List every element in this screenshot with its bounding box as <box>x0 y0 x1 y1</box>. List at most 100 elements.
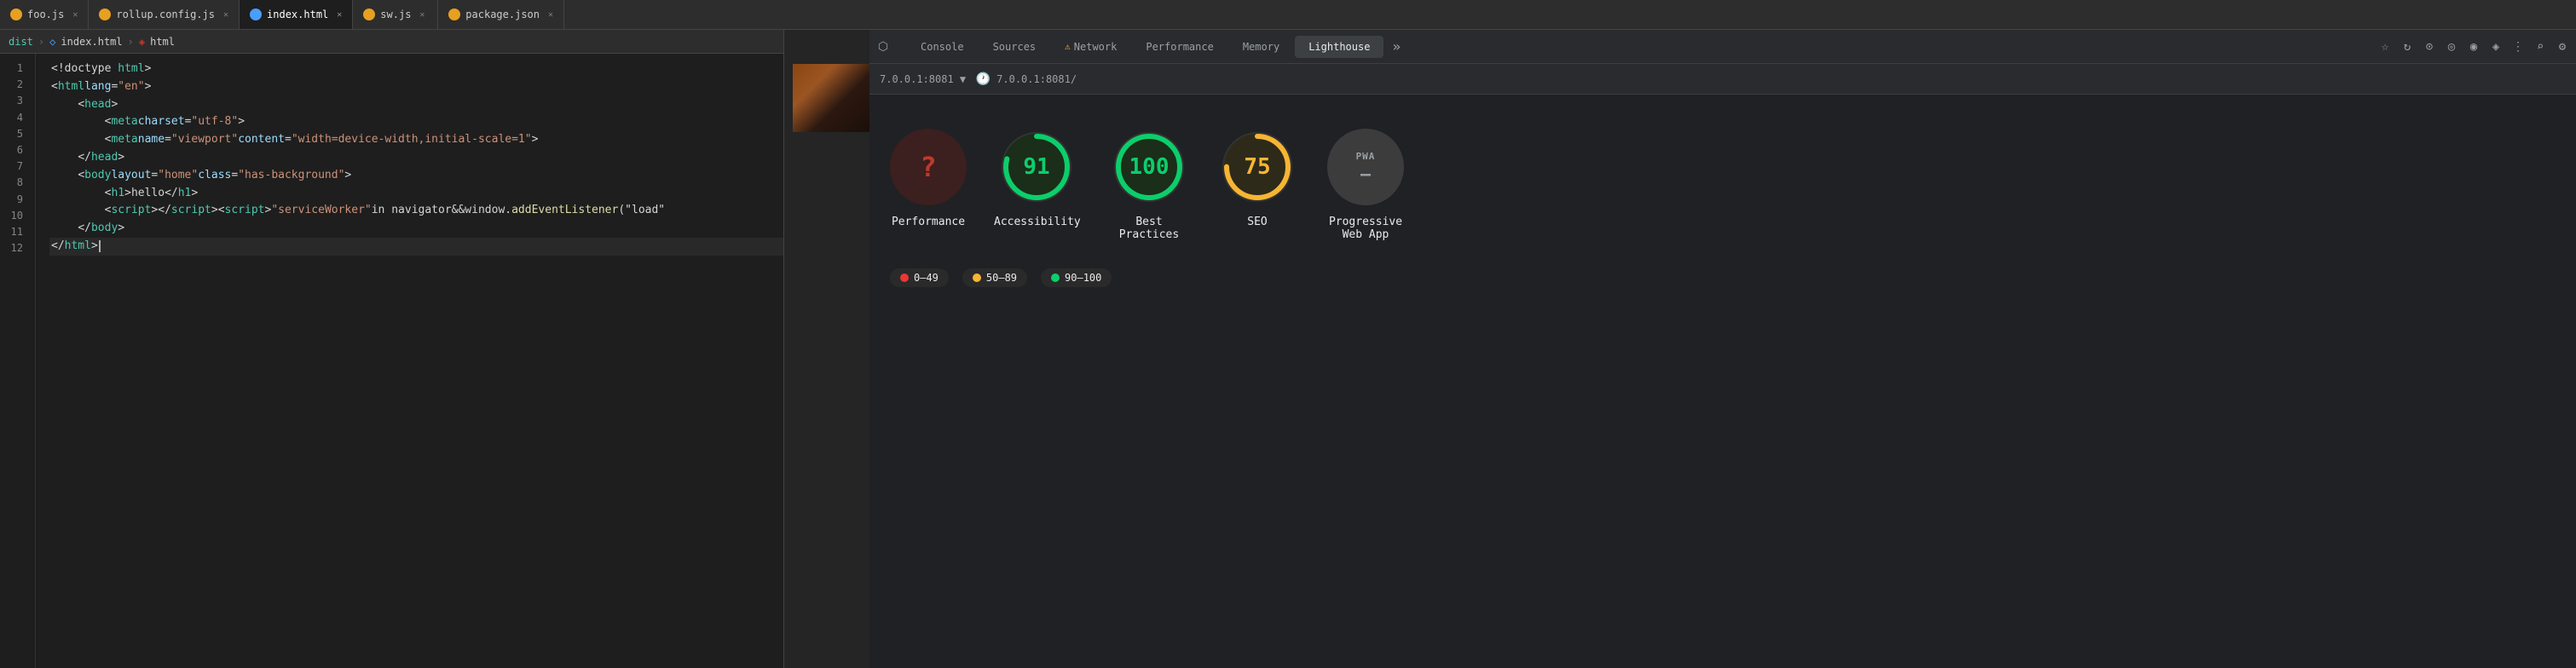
legend-row: 0–49 50–89 90–100 <box>890 268 1112 287</box>
tab-package-json[interactable]: package.json ✕ <box>438 0 564 29</box>
code-line: <meta name="viewport" content="width=dev… <box>49 131 783 149</box>
devtools-left-icons: ⬡ <box>876 40 890 54</box>
more-tabs-button[interactable]: » <box>1385 35 1407 58</box>
close-icon[interactable]: ✕ <box>72 10 78 20</box>
breadcrumb-sep: › <box>38 36 44 48</box>
devtools-panel: ⬡ Console Sources ⚠ Network Performance <box>869 30 2576 668</box>
breadcrumb-icon: ◇ <box>49 36 55 48</box>
legend-label-average: 50–89 <box>986 272 1017 284</box>
breadcrumb-html-icon: ◈ <box>139 36 145 48</box>
js-icon <box>99 9 111 20</box>
js-icon <box>10 9 22 20</box>
pwa-dash: — <box>1360 164 1371 184</box>
extension-icon[interactable]: ◈ <box>2489 40 2503 54</box>
elements-icon[interactable]: ⬡ <box>876 40 890 54</box>
main-content: dist › ◇ index.html › ◈ html 12345 67891… <box>0 30 2576 668</box>
tab-bar: foo.js ✕ rollup.config.js ✕ index.html ✕… <box>0 0 2576 30</box>
settings-icon[interactable]: ⚙ <box>2556 40 2569 54</box>
score-label-seo: SEO <box>1247 216 1267 228</box>
tab-label: foo.js <box>27 9 64 20</box>
score-best-practices: 100 Best Practices <box>1106 129 1192 241</box>
breadcrumb: dist › ◇ index.html › ◈ html <box>0 30 783 54</box>
preview-thumbnail <box>793 64 869 132</box>
score-value-best-practices: 100 <box>1129 154 1170 180</box>
close-icon[interactable]: ✕ <box>223 10 228 20</box>
legend-dot-average <box>973 274 981 282</box>
close-icon[interactable]: ✕ <box>548 10 553 20</box>
tab-console[interactable]: Console <box>907 36 978 58</box>
pwa-label: PWA <box>1356 151 1376 162</box>
scores-row: ? Performance 91 Accessibility <box>890 129 1408 241</box>
breadcrumb-file[interactable]: index.html <box>61 36 122 48</box>
tab-sources[interactable]: Sources <box>979 36 1050 58</box>
code-line: </head> <box>49 149 783 167</box>
score-circle-best-practices: 100 <box>1111 129 1187 205</box>
code-line: <meta charset="utf-8"> <box>49 113 783 131</box>
code-line: </html> <box>49 238 783 256</box>
tab-memory-label: Memory <box>1243 41 1279 53</box>
js-icon <box>363 9 375 20</box>
code-lines[interactable]: <!doctype html> <html lang="en"> <head> … <box>36 54 783 668</box>
tab-label: sw.js <box>380 9 411 20</box>
clock-icon[interactable]: 🕐 <box>976 72 990 86</box>
tab-label: package.json <box>465 9 540 20</box>
breadcrumb-html[interactable]: html <box>150 36 175 48</box>
code-line: <html lang="en"> <box>49 78 783 96</box>
legend-fail: 0–49 <box>890 268 949 287</box>
tab-performance-label: Performance <box>1146 41 1213 53</box>
score-label-performance: Performance <box>892 216 965 228</box>
devtools-toolbar: ⬡ Console Sources ⚠ Network Performance <box>869 30 2576 64</box>
score-circle-performance: ? <box>890 129 967 205</box>
feedback-icon[interactable]: ◎ <box>2445 40 2458 54</box>
score-label-accessibility: Accessibility <box>994 216 1079 228</box>
tab-memory[interactable]: Memory <box>1229 36 1293 58</box>
url-address[interactable]: 7.0.0.1:8081 ▼ <box>880 73 966 85</box>
chat-icon[interactable]: ◉ <box>2467 40 2481 54</box>
url-bar: 7.0.0.1:8081 ▼ 🕐 7.0.0.1:8081/ <box>869 64 2576 95</box>
menu-icon[interactable]: ⋮ <box>2511 40 2525 54</box>
tab-lighthouse-label: Lighthouse <box>1308 41 1370 53</box>
code-line: <body layout="home" class="has-backgroun… <box>49 167 783 185</box>
tab-label: rollup.config.js <box>116 9 215 20</box>
tab-foo-js[interactable]: foo.js ✕ <box>0 0 89 29</box>
tab-rollup-config[interactable]: rollup.config.js ✕ <box>89 0 240 29</box>
lighthouse-content: ? Performance 91 Accessibility <box>869 95 2576 668</box>
breadcrumb-dist[interactable]: dist <box>9 36 33 48</box>
code-line: </body> <box>49 220 783 238</box>
legend-label-pass: 90–100 <box>1065 272 1101 284</box>
tab-console-label: Console <box>921 41 964 53</box>
legend-dot-fail <box>900 274 909 282</box>
code-line: <head> <box>49 96 783 114</box>
tab-network[interactable]: ⚠ Network <box>1051 36 1130 58</box>
score-accessibility: 91 Accessibility <box>994 129 1079 228</box>
score-pwa: PWA — Progressive Web App <box>1323 129 1408 241</box>
legend-label-fail: 0–49 <box>914 272 939 284</box>
score-seo: 75 SEO <box>1219 129 1296 228</box>
score-label-best-practices: Best Practices <box>1106 216 1192 241</box>
tab-index-html[interactable]: index.html ✕ <box>240 0 353 29</box>
tab-network-label: Network <box>1074 41 1118 53</box>
url-path: 7.0.0.1:8081/ <box>996 73 1077 85</box>
score-performance: ? Performance <box>890 129 967 228</box>
github-icon[interactable]: ⊙ <box>2423 40 2436 54</box>
line-numbers: 12345 678910 1112 <box>0 54 36 668</box>
legend-average: 50–89 <box>962 268 1027 287</box>
bookmark-icon[interactable]: ☆ <box>2378 40 2392 54</box>
code-line: <script></script><script>"serviceWorker"… <box>49 202 783 220</box>
close-icon[interactable]: ✕ <box>337 10 342 20</box>
score-circle-accessibility: 91 <box>998 129 1075 205</box>
score-value-accessibility: 91 <box>1023 154 1049 180</box>
legend-pass: 90–100 <box>1041 268 1112 287</box>
refresh-icon[interactable]: ↻ <box>2400 40 2414 54</box>
code-area: 12345 678910 1112 <!doctype html> <html … <box>0 54 783 668</box>
score-value-seo: 75 <box>1244 154 1270 180</box>
tab-sources-label: Sources <box>993 41 1037 53</box>
legend-dot-pass <box>1051 274 1060 282</box>
tab-label: index.html <box>267 9 328 20</box>
search-icon[interactable]: ⌕ <box>2533 40 2547 54</box>
tab-performance[interactable]: Performance <box>1132 36 1227 58</box>
close-icon[interactable]: ✕ <box>419 10 425 20</box>
html-icon <box>250 9 262 20</box>
tab-lighthouse[interactable]: Lighthouse <box>1295 36 1383 58</box>
tab-sw-js[interactable]: sw.js ✕ <box>353 0 438 29</box>
